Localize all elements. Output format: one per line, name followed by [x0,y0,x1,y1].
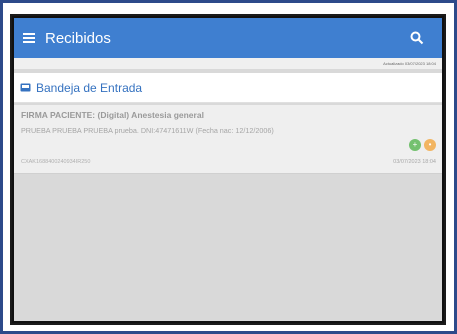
search-icon[interactable] [410,31,424,45]
message-list-item[interactable]: FIRMA PACIENTE: (Digital) Anestesia gene… [14,105,442,174]
screenshot-frame: Recibidos Actualizado 03/07/2023 18:04 B… [3,3,454,331]
app-screen: Recibidos Actualizado 03/07/2023 18:04 B… [14,18,442,321]
device-bezel: Recibidos Actualizado 03/07/2023 18:04 B… [10,14,446,325]
page-title: Recibidos [45,29,111,47]
hamburger-menu-icon[interactable] [23,33,37,43]
orange-status-icon: • [424,139,436,151]
sync-status: Actualizado 03/07/2023 18:04 [14,58,442,69]
sync-status-text: Actualizado 03/07/2023 18:04 [383,61,436,66]
section-title: Bandeja de Entrada [36,80,143,95]
message-subject: FIRMA PACIENTE: (Digital) Anestesia gene… [21,110,204,120]
green-status-icon: + [409,139,421,151]
section-header: Bandeja de Entrada [14,73,442,103]
app-bar: Recibidos [14,18,442,58]
inbox-icon [20,83,31,92]
message-body: PRUEBA PRUEBA PRUEBA prueba. DNI:4747161… [21,126,274,135]
message-date: 03/07/2023 18:04 [393,159,436,165]
message-id: CXAK1688400240934IR250 [21,159,91,165]
